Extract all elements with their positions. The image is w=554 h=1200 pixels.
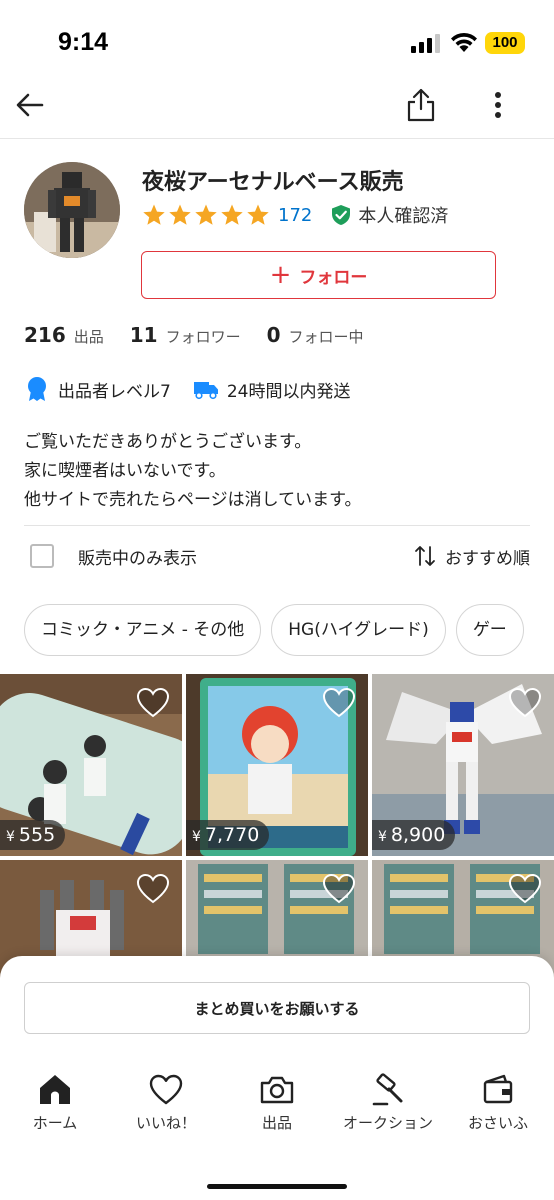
on-sale-only-checkbox[interactable] <box>30 544 54 568</box>
price-tag: ¥8,900 <box>372 820 456 850</box>
seller-level-label: 出品者レベル7 <box>58 381 171 402</box>
shipping-label: 24時間以内発送 <box>226 381 351 402</box>
star-icon <box>221 204 243 225</box>
like-heart-icon[interactable] <box>508 872 542 906</box>
sort-button[interactable]: おすすめ順 <box>413 544 530 569</box>
gavel-icon <box>372 1073 403 1106</box>
category-chips: コミック・アニメ - その他 HG(ハイグレード) ゲー <box>24 604 554 656</box>
top-navigation <box>0 75 554 139</box>
tab-auction[interactable]: オークション <box>333 1072 443 1142</box>
currency-symbol: ¥ <box>378 829 387 845</box>
bottom-sheet: まとめ買いをお願いする ホーム いいね！ 出品 オークション おさいふ <box>0 956 554 1200</box>
stat-label: フォロー中 <box>288 328 364 346</box>
camera-icon <box>260 1076 294 1104</box>
tab-label: 出品 <box>261 1114 292 1132</box>
home-indicator <box>207 1184 347 1189</box>
follow-button-label: フォロー <box>299 267 368 288</box>
status-time: 9:14 <box>58 28 109 56</box>
bottom-tab-bar: ホーム いいね！ 出品 オークション おさいふ <box>0 1072 554 1142</box>
bio-line: 家に喫煙者はいないです。 <box>24 461 226 481</box>
bulk-purchase-request-button[interactable]: まとめ買いをお願いする <box>24 982 530 1034</box>
review-count-link[interactable]: 172 <box>278 205 312 226</box>
price-value: 8,900 <box>390 824 446 846</box>
star-icon <box>169 204 191 225</box>
currency-symbol: ¥ <box>192 829 201 845</box>
wifi-icon <box>451 32 477 52</box>
price-value: 555 <box>18 824 56 846</box>
product-tile[interactable]: ¥8,900 <box>372 674 554 856</box>
like-heart-icon[interactable] <box>322 872 356 906</box>
status-bar: 9:14 100 <box>0 0 554 70</box>
star-icon <box>247 204 269 225</box>
home-icon <box>40 1075 70 1104</box>
stat-number: 216 <box>24 323 66 347</box>
tab-sell[interactable]: 出品 <box>222 1072 332 1142</box>
seller-level-badge: 出品者レベル7 <box>24 376 171 402</box>
tab-label: おさいふ <box>467 1114 528 1132</box>
stat-label: 出品 <box>73 328 104 346</box>
more-options-icon[interactable] <box>484 89 512 121</box>
category-chip[interactable]: コミック・アニメ - その他 <box>24 604 262 656</box>
stat-number: 11 <box>129 323 158 347</box>
battery-indicator: 100 <box>485 32 525 54</box>
tab-home[interactable]: ホーム <box>0 1072 110 1142</box>
bio-line: ご覧いただきありがとうございます。 <box>24 432 312 452</box>
product-tile[interactable]: ¥7,770 <box>186 674 368 856</box>
medal-icon <box>28 377 46 401</box>
follow-button[interactable]: + フォロー <box>141 251 496 299</box>
on-sale-only-label[interactable]: 販売中のみ表示 <box>78 544 197 569</box>
tab-label: いいね！ <box>135 1114 196 1132</box>
filter-row: 販売中のみ表示 おすすめ順 <box>24 538 530 574</box>
signal-icon <box>411 34 440 53</box>
rating-stars <box>142 203 270 227</box>
seller-badges: 出品者レベル7 24時間以内発送 <box>24 374 372 404</box>
stat-label: フォロワー <box>165 328 241 346</box>
like-heart-icon[interactable] <box>136 686 170 720</box>
tab-label: オークション <box>342 1114 433 1132</box>
category-chip[interactable]: ゲー <box>455 604 524 656</box>
shop-name: 夜桜アーセナルベース販売 <box>142 170 404 195</box>
stat-followers[interactable]: 11 フォロワー <box>130 323 241 347</box>
tab-label: ホーム <box>32 1114 78 1132</box>
shop-bio: ご覧いただきありがとうございます。 家に喫煙者はいないです。 他サイトで売れたら… <box>24 428 361 515</box>
price-tag: ¥555 <box>0 820 66 850</box>
bio-line: 他サイトで売れたらページは消しています。 <box>24 490 362 510</box>
plus-icon: + <box>269 260 292 290</box>
rating-row[interactable]: 172 本人確認済 <box>142 202 448 228</box>
stat-number: 0 <box>266 323 281 347</box>
tab-likes[interactable]: いいね！ <box>111 1072 221 1142</box>
shipping-badge: 24時間以内発送 <box>193 376 351 402</box>
like-heart-icon[interactable] <box>322 686 356 720</box>
stat-following[interactable]: 0 フォロー中 <box>267 323 364 347</box>
tab-wallet[interactable]: おさいふ <box>443 1072 553 1142</box>
currency-symbol: ¥ <box>6 829 15 845</box>
truck-icon <box>193 382 218 400</box>
heart-icon <box>149 1074 183 1105</box>
star-icon <box>195 204 217 225</box>
like-heart-icon[interactable] <box>508 686 542 720</box>
sort-label: おすすめ順 <box>445 548 530 569</box>
divider <box>24 525 530 526</box>
verified-shield-icon <box>332 205 351 225</box>
share-icon[interactable] <box>404 87 438 123</box>
wallet-icon <box>483 1074 513 1104</box>
sort-arrows-icon <box>415 546 435 566</box>
verified-label: 本人確認済 <box>358 206 449 227</box>
star-icon <box>143 204 165 225</box>
price-tag: ¥7,770 <box>186 820 270 850</box>
back-arrow-icon[interactable] <box>14 89 46 121</box>
category-chip[interactable]: HG(ハイグレード) <box>271 604 446 656</box>
like-heart-icon[interactable] <box>136 872 170 906</box>
shop-avatar <box>24 162 120 258</box>
stat-listings[interactable]: 216 出品 <box>24 323 104 347</box>
stats-row: 216 出品 11 フォロワー 0 フォロー中 <box>24 323 390 353</box>
price-value: 7,770 <box>204 824 260 846</box>
product-tile[interactable]: ¥555 <box>0 674 182 856</box>
